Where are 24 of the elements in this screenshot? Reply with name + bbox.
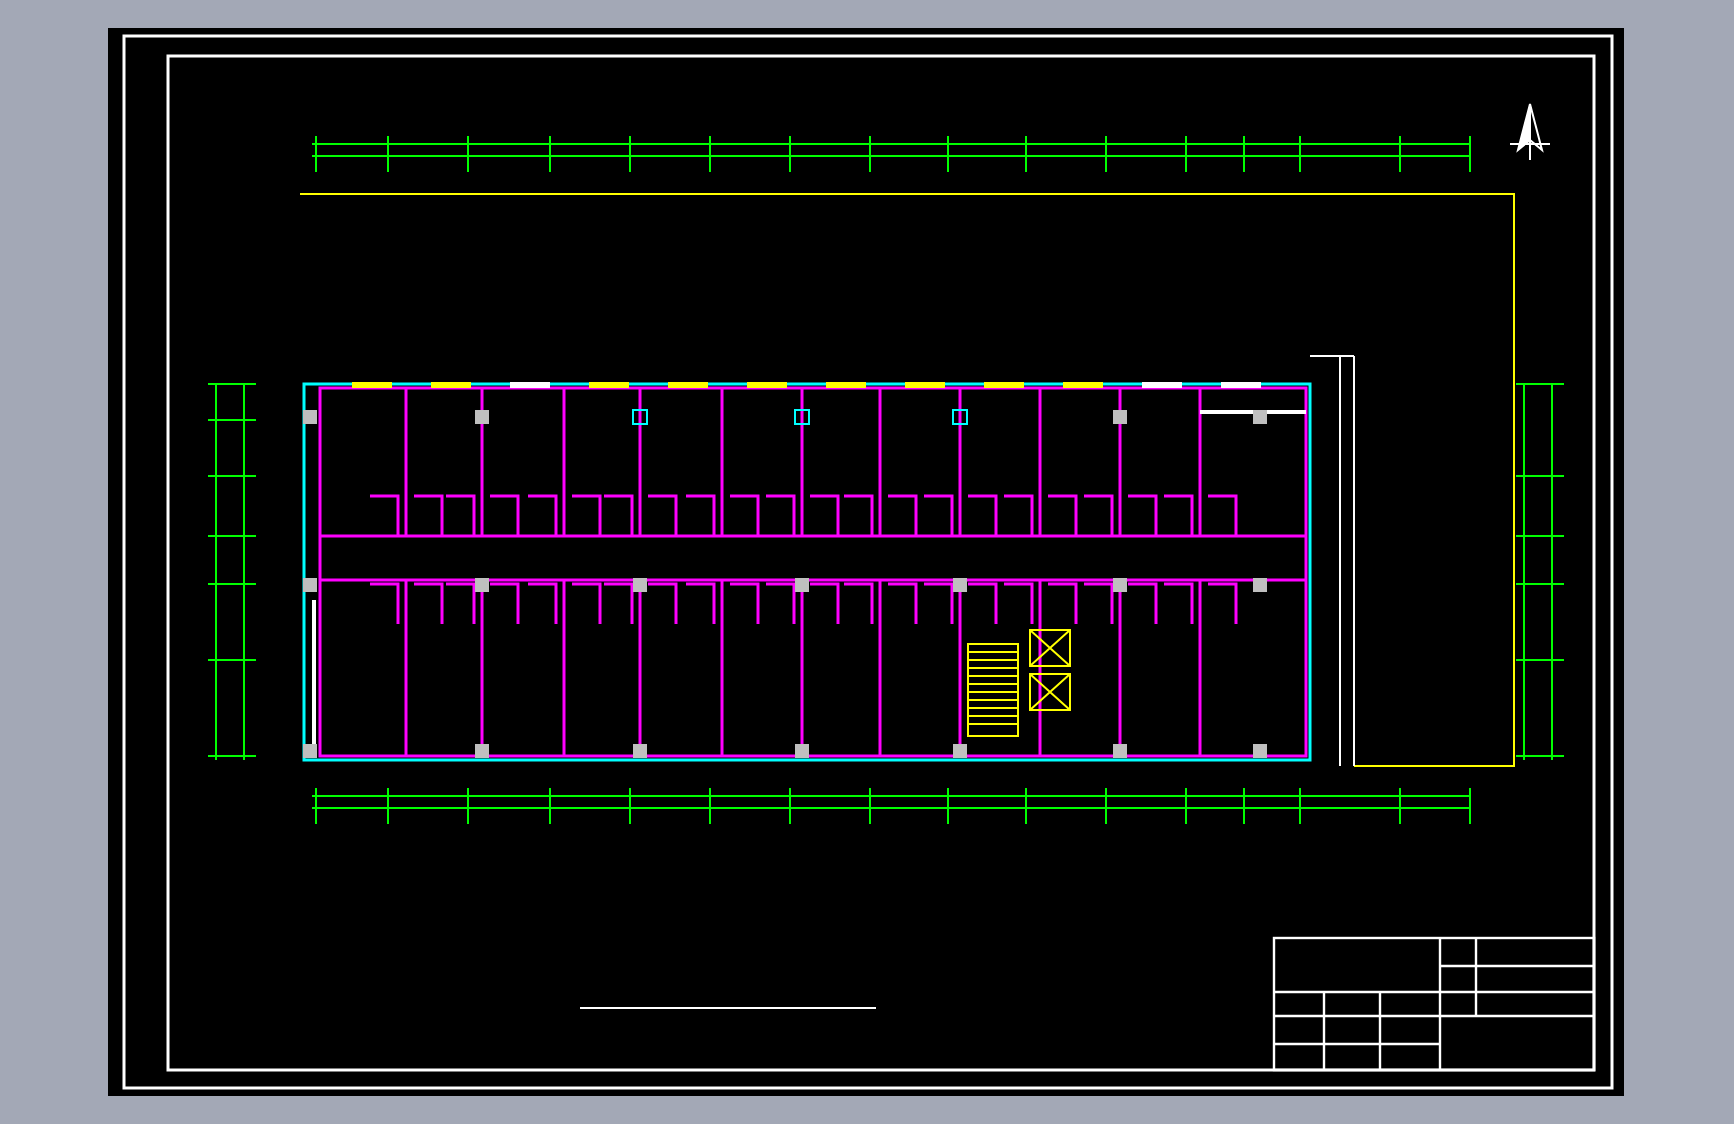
column <box>475 578 489 592</box>
column <box>633 578 647 592</box>
column <box>795 744 809 758</box>
stair-drawing <box>967 643 1019 737</box>
column <box>1253 744 1267 758</box>
column <box>303 744 317 758</box>
column <box>633 744 647 758</box>
column <box>953 744 967 758</box>
column <box>953 578 967 592</box>
column <box>1113 410 1127 424</box>
column <box>794 409 810 425</box>
column <box>303 578 317 592</box>
column <box>632 409 648 425</box>
column <box>303 410 317 424</box>
north-arrow-icon <box>1509 103 1551 161</box>
column <box>795 578 809 592</box>
elevator-drawing <box>1029 629 1071 711</box>
column <box>475 744 489 758</box>
column <box>475 410 489 424</box>
column <box>1253 410 1267 424</box>
column <box>1113 578 1127 592</box>
column <box>1253 578 1267 592</box>
column <box>1113 744 1127 758</box>
column <box>952 409 968 425</box>
